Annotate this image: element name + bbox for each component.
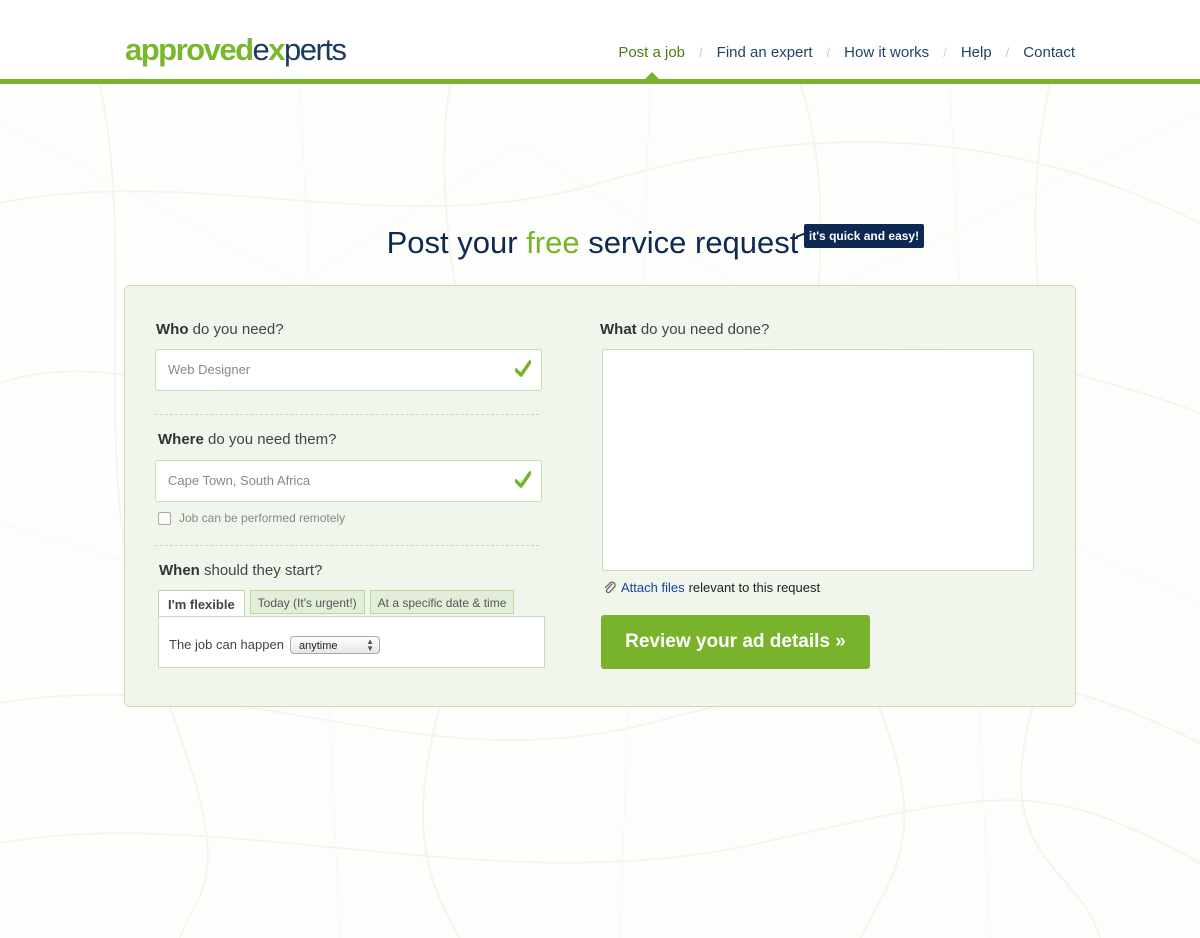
nav-contact[interactable]: Contact [1023,44,1075,61]
review-ad-button[interactable]: Review your ad details » [601,615,870,669]
nav-find-an-expert[interactable]: Find an expert [717,44,813,61]
who-input-value: Web Designer [168,362,251,377]
description-textarea[interactable] [602,349,1034,571]
paperclip-icon [604,581,616,593]
where-input-value: Cape Town, South Africa [168,473,311,488]
what-label-bold: What [600,321,637,338]
logo[interactable]: approvedexperts [125,30,347,70]
who-label-bold: Who [156,321,189,338]
who-label: Who do you need? [156,321,284,338]
timing-select[interactable]: anytime ▲ ▼ [290,636,380,654]
logo-part-approved: approved [125,32,254,67]
when-label: When should they start? [159,562,322,579]
flexible-tab-panel: The job can happen anytime ▲ ▼ [158,616,545,668]
when-label-bold: When [159,562,200,579]
page-title: Post your free service request [0,225,1185,261]
nav-separator: / [699,45,703,60]
logo-part-perts: perts [284,32,347,67]
check-icon [515,360,531,377]
tab-flexible[interactable]: I'm flexible [158,590,245,617]
where-label-bold: Where [158,431,204,448]
site-header: approvedexperts Post a job / Find an exp… [0,0,1200,84]
attach-files-link[interactable]: Attach files [621,580,685,595]
quick-easy-badge: it's quick and easy! [804,224,924,248]
active-nav-indicator [645,72,659,79]
who-input[interactable]: Web Designer [155,349,542,391]
section-divider [155,545,539,546]
start-time-tabs: I'm flexible Today (It's urgent!) At a s… [158,590,519,617]
title-after: service request [579,225,799,260]
nav-help[interactable]: Help [961,44,992,61]
remote-checkbox[interactable] [158,511,171,525]
title-before: Post your [386,225,527,260]
remote-option: Job can be performed remotely [158,511,345,525]
logo-part-x: x [268,32,285,67]
attach-files-row: Attach files relevant to this request [603,580,820,595]
title-highlight: free [526,225,580,260]
where-label: Where do you need them? [158,431,336,448]
where-label-rest: do you need them? [203,431,337,448]
nav-separator: / [1005,45,1010,60]
nav-how-it-works[interactable]: How it works [844,44,929,61]
tab-today-urgent[interactable]: Today (It's urgent!) [249,590,365,614]
check-icon [515,471,531,488]
remote-label: Job can be performed remotely [179,511,346,525]
main-nav: Post a job / Find an expert / How it wor… [618,44,1075,61]
select-arrows-icon: ▲ ▼ [366,637,374,653]
nav-separator: / [943,45,947,60]
when-label-rest: should they start? [199,562,323,579]
what-label: What do you need done? [600,321,769,338]
section-divider [155,414,539,415]
nav-separator: / [826,45,831,60]
logo-part-e: e [252,32,270,67]
nav-post-a-job[interactable]: Post a job [618,44,685,61]
timing-select-value: anytime [299,640,338,652]
attach-files-text: relevant to this request [688,580,821,595]
happen-label: The job can happen [169,637,284,652]
header-divider [0,79,1200,84]
what-label-rest: do you need done? [636,321,770,338]
where-input[interactable]: Cape Town, South Africa [155,460,542,502]
tab-specific-date[interactable]: At a specific date & time [369,590,515,614]
who-label-rest: do you need? [188,321,284,338]
